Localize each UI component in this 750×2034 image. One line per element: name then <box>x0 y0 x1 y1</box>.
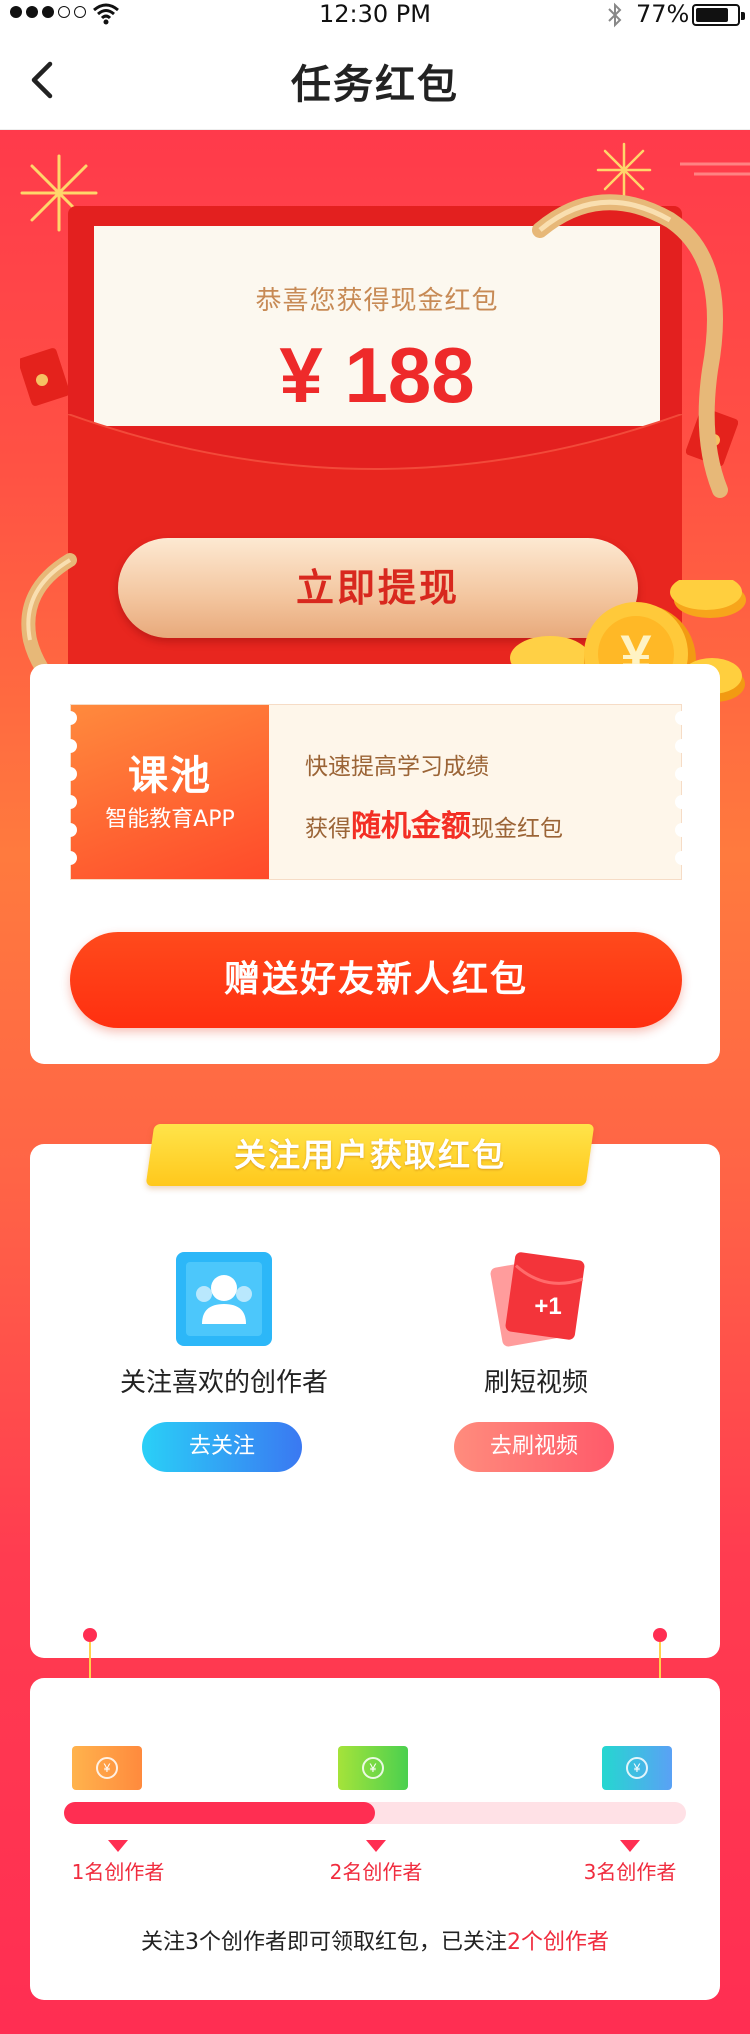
summary-highlight: 2个创作者 <box>507 1930 609 1955</box>
user-follow-icon <box>176 1252 272 1346</box>
step-label-1: 1名创作者 <box>71 1860 165 1884</box>
step-label-2: 2名创作者 <box>329 1860 423 1884</box>
connector-dot <box>83 1628 97 1642</box>
small-envelope-left-icon <box>20 348 70 406</box>
cloud-decoration <box>680 162 750 176</box>
brand-name: 课池 <box>128 753 212 799</box>
promo-line-2: 获得随机金额现金红包 <box>305 809 563 844</box>
page-title: 任务红包 <box>291 62 459 108</box>
battery-percent: 77% <box>636 0 690 28</box>
red-envelope-plus-one-icon: +1 <box>490 1252 585 1347</box>
ticket-icon-1: ¥ <box>72 1746 142 1790</box>
promo-card: 课池 智能教育APP 快速提高学习成绩 获得随机金额现金红包 赠送好友新人红包 <box>30 664 720 1064</box>
follow-tasks-card: 关注喜欢的创作者 去关注 +1 刷短视频 去刷视频 <box>30 1144 720 1658</box>
progress-summary: 关注3个创作者即可领取红包，已关注2个创作者 <box>141 1930 609 1955</box>
bluetooth-icon <box>608 2 622 28</box>
nav-bar: 任务红包 <box>0 30 750 130</box>
gold-ribbon-right <box>532 194 728 498</box>
watch-video-button[interactable]: 去刷视频 <box>454 1422 614 1472</box>
gift-friend-button[interactable]: 赠送好友新人红包 <box>70 932 682 1028</box>
task-label-follow: 关注喜欢的创作者 <box>119 1368 328 1398</box>
promo-line-1: 快速提高学习成绩 <box>305 754 489 780</box>
progress-bar <box>64 1802 686 1824</box>
progress-fill <box>64 1802 375 1824</box>
highlight-text: 随机金额 <box>351 809 471 844</box>
ticket-icon-3: ¥ <box>602 1746 672 1790</box>
svg-text:+1: +1 <box>534 1293 561 1320</box>
battery-icon <box>692 4 745 26</box>
step-marker <box>620 1840 640 1852</box>
brand-subtitle: 智能教育APP <box>105 807 235 832</box>
connector-dot <box>653 1628 667 1642</box>
ticket-icon-2: ¥ <box>338 1746 408 1790</box>
promo-coupon: 课池 智能教育APP 快速提高学习成绩 获得随机金额现金红包 <box>63 704 689 880</box>
step-marker <box>108 1840 128 1852</box>
section-title: 关注用户获取红包 <box>233 1136 506 1174</box>
step-marker <box>366 1840 386 1852</box>
status-bar: 12:30 PM 77% <box>0 0 750 30</box>
coupon-brand-panel: 课池 智能教育APP <box>71 705 269 879</box>
step-label-3: 3名创作者 <box>583 1860 677 1884</box>
follow-button[interactable]: 去关注 <box>142 1422 302 1472</box>
task-label-video: 刷短视频 <box>483 1368 588 1398</box>
